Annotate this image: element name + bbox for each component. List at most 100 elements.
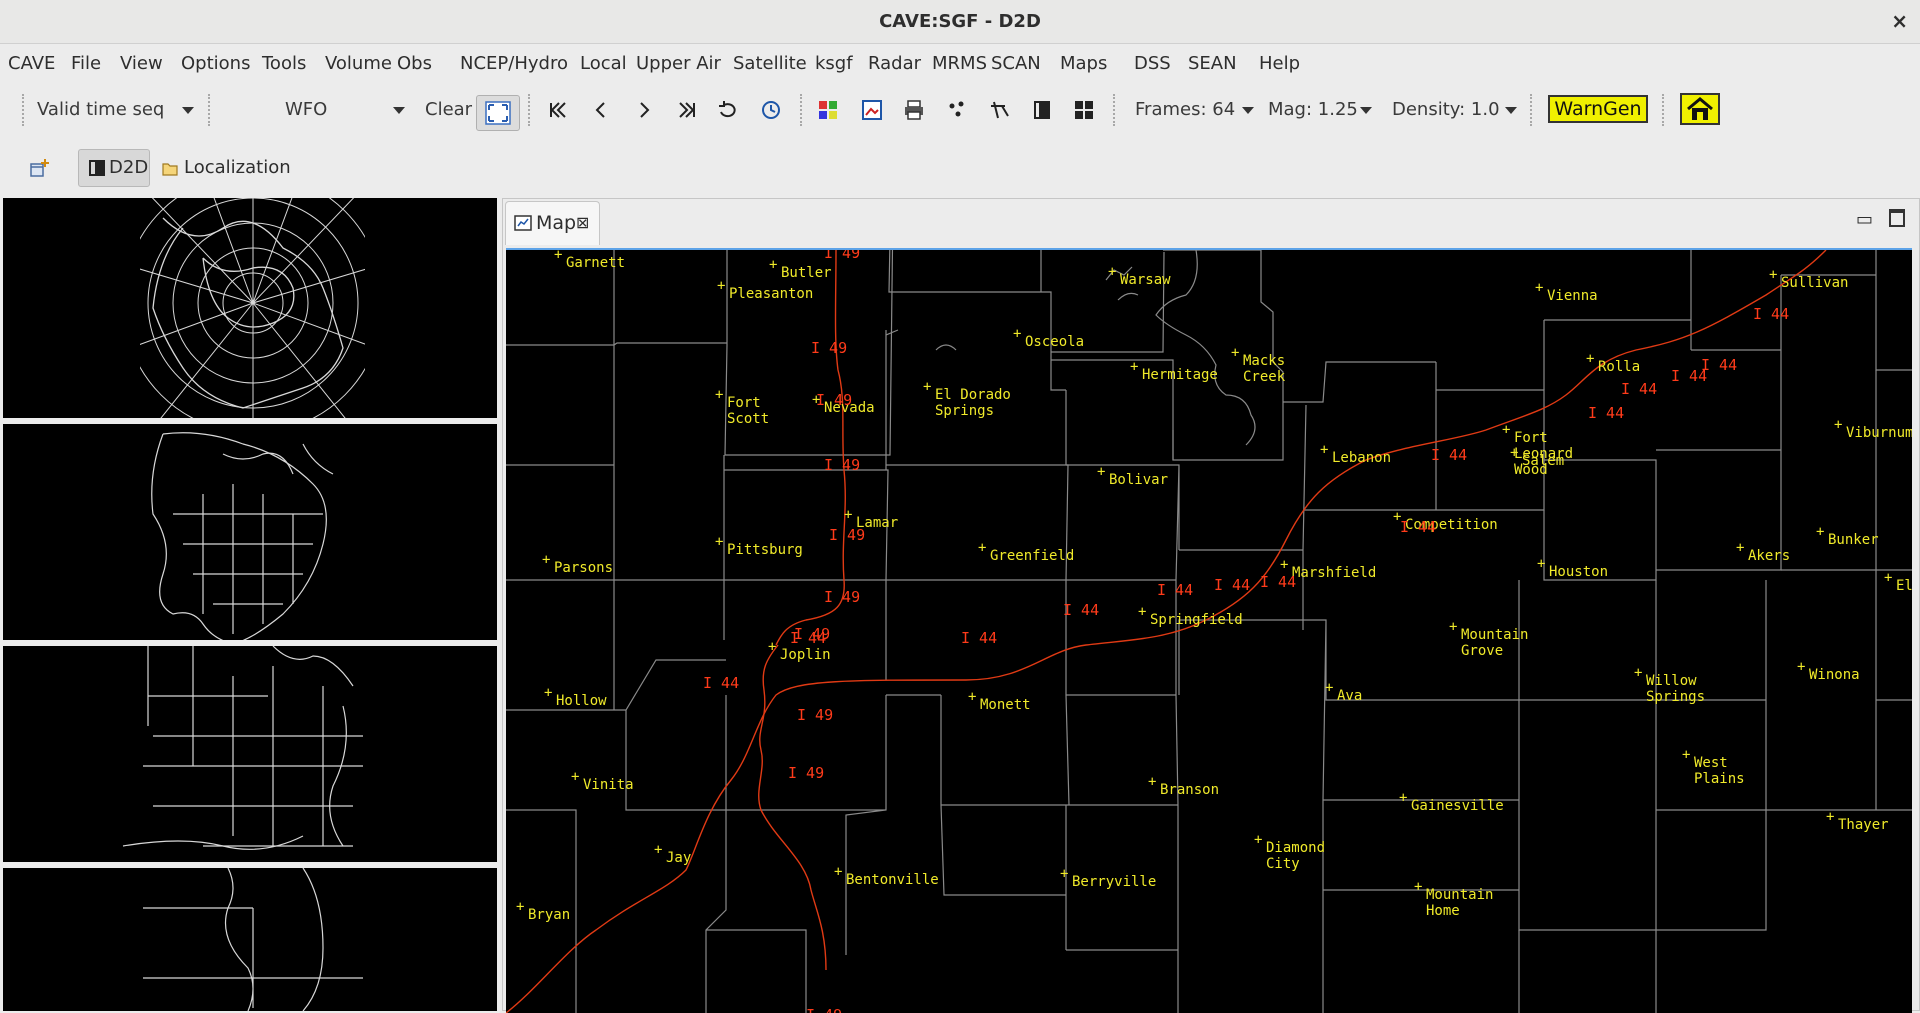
baselines-icon[interactable] bbox=[988, 98, 1012, 122]
localization-perspective-button[interactable]: Localization bbox=[158, 149, 291, 187]
thumbnail-state[interactable] bbox=[3, 868, 497, 1011]
menu-upper-air[interactable]: Upper Air bbox=[636, 44, 721, 83]
previous-frame-icon[interactable] bbox=[589, 98, 613, 122]
city-label: Viburnum bbox=[1846, 425, 1912, 441]
city-label: Diamond bbox=[1266, 840, 1325, 856]
city-marker-icon: + bbox=[1834, 417, 1842, 433]
menu-ncep-hydro[interactable]: NCEP/Hydro bbox=[460, 44, 568, 83]
city-marker-icon: + bbox=[1254, 832, 1262, 848]
menu-file[interactable]: File bbox=[71, 44, 101, 83]
thumbnail-conus[interactable] bbox=[3, 646, 497, 862]
city-marker-icon: + bbox=[1535, 280, 1543, 296]
route-label-i49: I 49 bbox=[797, 706, 833, 724]
single-panel-icon[interactable] bbox=[1030, 98, 1054, 122]
menu-dss[interactable]: DSS bbox=[1134, 44, 1171, 83]
chevron-down-icon[interactable] bbox=[1360, 107, 1372, 114]
menu-cave[interactable]: CAVE bbox=[8, 44, 55, 83]
city-marker-icon: + bbox=[1060, 866, 1068, 882]
city-marker-icon: + bbox=[1502, 422, 1510, 438]
warngen-button[interactable]: WarnGen bbox=[1548, 95, 1648, 123]
scale-dropdown[interactable]: WFO bbox=[285, 84, 327, 136]
tab-map[interactable]: Map ⊠ bbox=[505, 201, 600, 245]
route-label-i49: I 49 bbox=[829, 526, 865, 544]
density-dropdown[interactable]: Density: 1.0 bbox=[1392, 84, 1500, 136]
route-label-i44: I 44 bbox=[1260, 573, 1296, 591]
city-label: Ava bbox=[1337, 688, 1362, 704]
print-icon[interactable] bbox=[902, 98, 926, 122]
magnification-dropdown[interactable]: Mag: 1.25 bbox=[1268, 84, 1358, 136]
route-label-i49: I 49 bbox=[811, 339, 847, 357]
chevron-down-icon[interactable] bbox=[393, 107, 405, 114]
maximize-view-button[interactable] bbox=[1889, 209, 1905, 227]
home-button[interactable] bbox=[1680, 93, 1720, 125]
menu-tools[interactable]: Tools bbox=[262, 44, 306, 83]
city-marker-icon: + bbox=[1537, 556, 1545, 572]
next-frame-icon[interactable] bbox=[632, 98, 656, 122]
route-label-i44: I 44 bbox=[703, 674, 739, 692]
thumbnail-north-polar[interactable] bbox=[3, 198, 497, 418]
city-marker-icon: + bbox=[715, 534, 723, 550]
city-label: Houston bbox=[1549, 564, 1608, 580]
color-table-icon[interactable] bbox=[816, 98, 840, 122]
image-properties-icon[interactable] bbox=[860, 98, 884, 122]
city-label: Butler bbox=[781, 265, 832, 281]
menu-volume[interactable]: Volume bbox=[325, 44, 392, 83]
first-frame-icon[interactable] bbox=[546, 98, 570, 122]
route-label-i44: I 44 bbox=[1400, 518, 1436, 536]
loop-mode-dropdown[interactable]: Valid time seq bbox=[37, 84, 164, 136]
route-label-i44: I 44 bbox=[961, 629, 997, 647]
route-label-i44: I 44 bbox=[1431, 446, 1467, 464]
city-label: Ellin bbox=[1896, 578, 1912, 594]
chevron-down-icon[interactable] bbox=[182, 107, 194, 114]
menu-obs[interactable]: Obs bbox=[397, 44, 432, 83]
city-label: Warsaw bbox=[1120, 272, 1171, 288]
open-perspective-icon[interactable] bbox=[28, 156, 52, 180]
city-marker-icon: + bbox=[554, 250, 562, 263]
city-label: Fort bbox=[727, 395, 761, 411]
route-label-i49: I 49 bbox=[824, 456, 860, 474]
city-label: Bentonville bbox=[846, 872, 939, 888]
four-panel-icon[interactable] bbox=[1072, 98, 1096, 122]
city-label: Scott bbox=[727, 411, 769, 427]
frames-dropdown[interactable]: Frames: 64 bbox=[1135, 84, 1235, 136]
city-marker-icon: + bbox=[923, 379, 931, 395]
city-marker-icon: + bbox=[768, 639, 776, 655]
close-tab-icon[interactable]: ⊠ bbox=[576, 202, 589, 244]
loop-icon[interactable] bbox=[716, 98, 740, 122]
minimize-view-button[interactable]: ▭ bbox=[1856, 209, 1873, 230]
points-icon[interactable] bbox=[945, 98, 969, 122]
menu-scan[interactable]: SCAN bbox=[991, 44, 1041, 83]
city-marker-icon: + bbox=[834, 864, 842, 880]
chevron-down-icon[interactable] bbox=[1505, 107, 1517, 114]
menu-satellite[interactable]: Satellite bbox=[733, 44, 807, 83]
clear-button[interactable]: Clear bbox=[425, 84, 472, 136]
menu-sean[interactable]: SEAN bbox=[1188, 44, 1237, 83]
city-label: Vinita bbox=[583, 777, 634, 793]
last-frame-icon[interactable] bbox=[675, 98, 699, 122]
city-label: Pittsburg bbox=[727, 542, 803, 558]
map-canvas[interactable]: + Garnett + Butler + Pleasanton + Warsaw + Vienna… bbox=[506, 248, 1912, 1013]
toolbar-separator bbox=[528, 94, 531, 126]
menu-view[interactable]: View bbox=[120, 44, 163, 83]
route-label-i44: I 44 bbox=[1753, 305, 1789, 323]
close-window-button[interactable]: × bbox=[1891, 0, 1908, 43]
menu-radar[interactable]: Radar bbox=[868, 44, 921, 83]
menu-maps[interactable]: Maps bbox=[1060, 44, 1107, 83]
city-label: El Dorado bbox=[935, 387, 1011, 403]
city-label: Berryville bbox=[1072, 874, 1156, 890]
chevron-down-icon[interactable] bbox=[1242, 107, 1254, 114]
menu-help[interactable]: Help bbox=[1259, 44, 1300, 83]
city-label: Bunker bbox=[1828, 532, 1879, 548]
menu-options[interactable]: Options bbox=[181, 44, 250, 83]
city-label: City bbox=[1266, 856, 1300, 872]
d2d-perspective-button[interactable]: D2D bbox=[78, 149, 150, 187]
menu-ksgf[interactable]: ksgf bbox=[815, 44, 853, 83]
refresh-time-icon[interactable] bbox=[759, 98, 783, 122]
zoom-extent-button[interactable] bbox=[476, 95, 520, 131]
menu-local[interactable]: Local bbox=[580, 44, 627, 83]
localization-perspective-label: Localization bbox=[184, 157, 291, 178]
city-marker-icon: + bbox=[1399, 790, 1407, 806]
toolbar-separator bbox=[800, 94, 803, 126]
thumbnail-north-america[interactable] bbox=[3, 424, 497, 640]
menu-mrms[interactable]: MRMS bbox=[932, 44, 987, 83]
